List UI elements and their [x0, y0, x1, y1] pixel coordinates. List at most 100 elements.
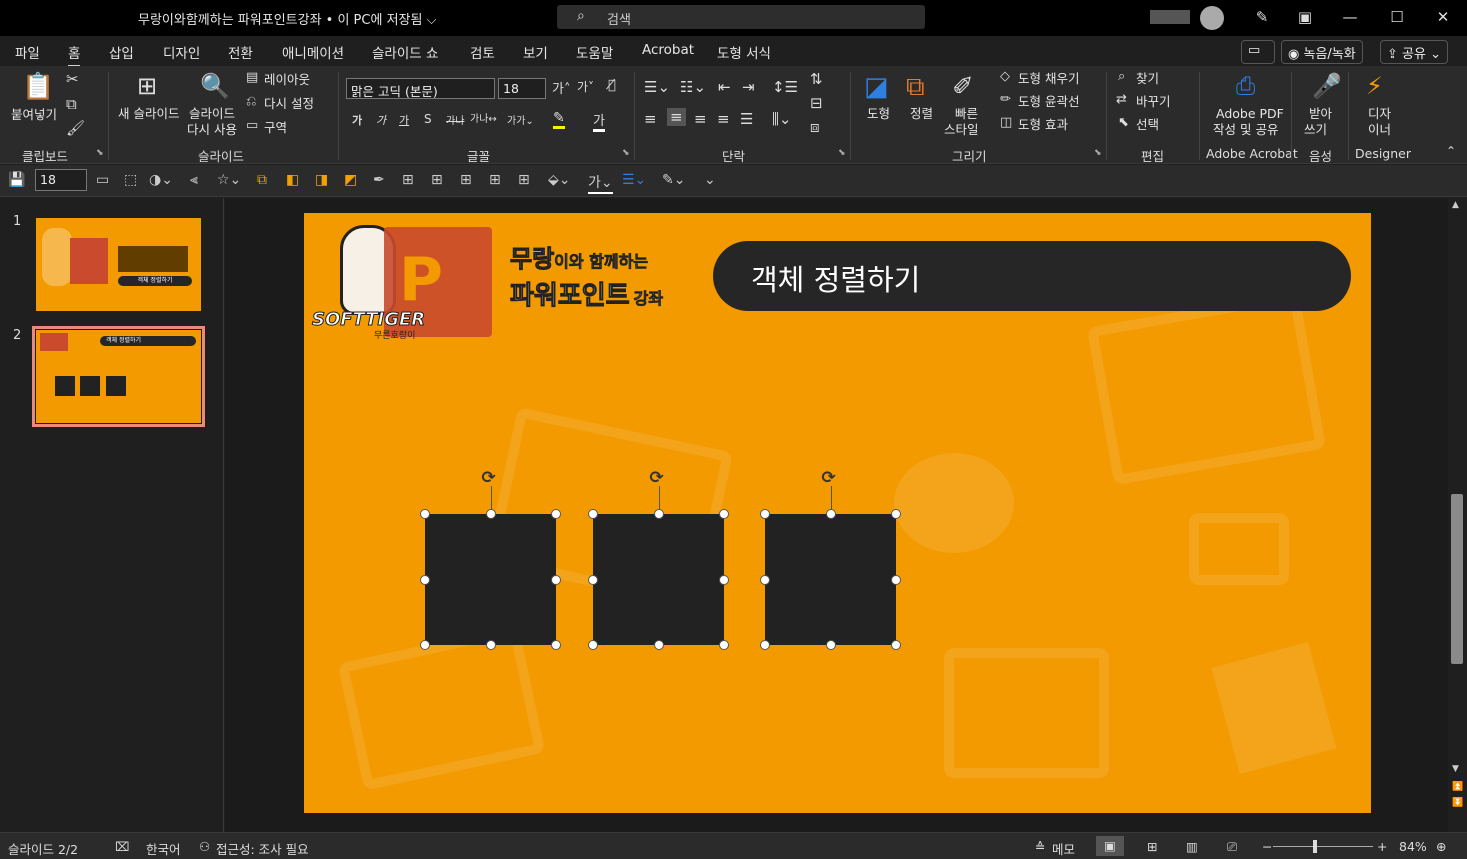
share-button[interactable]: ⇪ 공유 ⌄: [1380, 40, 1448, 64]
resize-handle[interactable]: [485, 640, 496, 650]
tab-help[interactable]: 도움말: [576, 42, 613, 62]
grid-3-icon[interactable]: ⊞: [460, 172, 472, 188]
replace-label[interactable]: 바꾸기: [1136, 94, 1171, 109]
columns-icon[interactable]: ⫼⌄: [772, 110, 791, 128]
tab-transitions[interactable]: 전환: [228, 42, 253, 62]
align-right-icon[interactable]: ≡: [694, 110, 707, 128]
replace-icon[interactable]: ⇄: [1116, 92, 1127, 107]
normal-view-icon[interactable]: ▣: [1096, 836, 1124, 856]
search-box[interactable]: ⌕ 검색: [557, 5, 925, 29]
eyedropper-icon[interactable]: ✒: [373, 172, 385, 188]
scroll-down-icon[interactable]: ▼: [1452, 764, 1459, 774]
resize-handle[interactable]: [551, 640, 561, 650]
zoom-in-icon[interactable]: +: [1377, 839, 1387, 854]
slideshow-icon[interactable]: ⎚: [1227, 839, 1237, 855]
square-shape-1[interactable]: [425, 514, 556, 645]
fill-bucket-icon[interactable]: ⬙⌄: [548, 172, 571, 188]
shapes-icon[interactable]: ◪: [864, 72, 889, 102]
resize-handle[interactable]: [719, 509, 729, 519]
layout-label[interactable]: 레이아웃: [264, 72, 310, 87]
resize-handle[interactable]: [760, 509, 770, 519]
strikethrough-icon[interactable]: 가나: [446, 112, 464, 127]
zoom-level[interactable]: 84%: [1399, 839, 1427, 854]
reading-view-icon[interactable]: ▥: [1186, 839, 1198, 854]
tab-slideshow[interactable]: 슬라이드 쇼: [372, 42, 438, 62]
notes-icon[interactable]: ≙: [1035, 839, 1045, 854]
resize-handle[interactable]: [825, 509, 836, 519]
line-spacing-icon[interactable]: ↕☰: [772, 78, 798, 96]
bring-forward-icon[interactable]: ◧: [286, 172, 299, 188]
reuse-slides-label-2[interactable]: 다시 사용: [187, 122, 237, 137]
clipboard-launcher-icon[interactable]: ⬊: [96, 148, 104, 158]
quick-styles-icon[interactable]: ✐: [952, 72, 974, 102]
more-commands-icon[interactable]: ⌄: [704, 172, 716, 188]
dictate-icon[interactable]: 🎤: [1312, 72, 1342, 100]
grid-2-icon[interactable]: ⊞: [431, 172, 443, 188]
designer-label-1[interactable]: 디자: [1368, 106, 1391, 121]
smartart-icon[interactable]: ⧈: [810, 118, 820, 136]
dictate-label-1[interactable]: 받아: [1309, 106, 1332, 121]
zoom-out-icon[interactable]: −: [1262, 839, 1272, 854]
paste-label[interactable]: 붙여넣기: [11, 107, 57, 122]
resize-handle[interactable]: [825, 640, 836, 650]
tab-file[interactable]: 파일: [15, 42, 40, 62]
shrink-font-icon[interactable]: 가˅: [577, 78, 594, 95]
accessibility-icon[interactable]: ⚇: [199, 839, 210, 854]
align-icon[interactable]: ⫷: [190, 172, 198, 188]
adobe-pdf-label-2[interactable]: 작성 및 공유: [1213, 122, 1278, 137]
resize-handle[interactable]: [420, 574, 430, 585]
grid-4-icon[interactable]: ⊞: [489, 172, 501, 188]
qt-font-size-combo[interactable]: 18: [35, 169, 87, 191]
shapes-small-icon[interactable]: ◑⌄: [149, 172, 173, 188]
bullets-icon[interactable]: ☰⌄: [644, 78, 670, 96]
slide-thumbnail-1[interactable]: 객체 정렬하기: [36, 218, 201, 311]
square-shape-2[interactable]: [593, 514, 724, 645]
close-icon[interactable]: ✕: [1429, 8, 1457, 26]
dictate-label-2[interactable]: 쓰기: [1304, 122, 1327, 137]
resize-handle[interactable]: [485, 509, 496, 519]
rotate-handle-icon[interactable]: ⟳: [822, 468, 836, 488]
resize-handle[interactable]: [760, 574, 770, 585]
paragraph-launcher-icon[interactable]: ⬊: [838, 148, 846, 158]
shape-effects-label[interactable]: 도형 효과: [1018, 117, 1068, 132]
grid-1-icon[interactable]: ⊞: [402, 172, 414, 188]
align-left-icon[interactable]: ≡: [644, 110, 657, 128]
quick-styles-label-2[interactable]: 스타일: [944, 122, 979, 137]
resize-handle[interactable]: [719, 574, 729, 585]
shape-outline-icon[interactable]: ✏: [1000, 92, 1011, 107]
section-label[interactable]: 구역: [264, 120, 287, 135]
resize-handle[interactable]: [891, 574, 901, 585]
slide-sorter-icon[interactable]: ⊞: [1147, 839, 1157, 854]
collapse-ribbon-icon[interactable]: ⌃: [1446, 144, 1456, 158]
align-text-icon[interactable]: ⊟: [810, 94, 823, 112]
reset-icon[interactable]: ⎌: [246, 94, 256, 109]
new-slide-icon[interactable]: ⊞: [137, 72, 157, 100]
resize-handle[interactable]: [719, 640, 729, 650]
clear-format-icon[interactable]: 가̸: [608, 78, 616, 93]
reset-label[interactable]: 다시 설정: [264, 96, 314, 111]
tab-home[interactable]: 홈: [68, 42, 81, 68]
grid-5-icon[interactable]: ⊞: [518, 172, 530, 188]
select-icon[interactable]: ⬉: [1118, 115, 1129, 130]
ribbon-display-icon[interactable]: ▣: [1291, 8, 1319, 26]
adobe-pdf-label-1[interactable]: Adobe PDF: [1216, 106, 1284, 121]
vertical-scrollbar[interactable]: ▲ ▼ ⏫ ⏬: [1448, 198, 1467, 832]
arrange-label[interactable]: 정렬: [910, 106, 933, 121]
distribute-icon[interactable]: ☰: [740, 110, 753, 128]
spellcheck-icon[interactable]: ⌧: [115, 839, 129, 854]
slide-thumbnail-2[interactable]: 객체 정렬하기: [32, 326, 205, 427]
star-icon[interactable]: ☆⌄: [217, 172, 241, 188]
adobe-pdf-icon[interactable]: ⎙: [1236, 72, 1255, 100]
new-slide-label[interactable]: 새 슬라이드: [118, 106, 179, 121]
maximize-icon[interactable]: ☐: [1383, 8, 1411, 26]
pen-icon[interactable]: ✎: [1248, 8, 1276, 26]
zoom-slider-track[interactable]: [1273, 846, 1373, 847]
resize-handle[interactable]: [760, 640, 770, 650]
tab-acrobat[interactable]: Acrobat: [642, 42, 694, 58]
arrange-icon[interactable]: ⧉: [906, 72, 925, 103]
underline-icon[interactable]: 가: [399, 112, 409, 128]
send-backward-icon[interactable]: ◨: [315, 172, 328, 188]
avatar[interactable]: [1200, 6, 1224, 30]
resize-handle[interactable]: [588, 640, 598, 650]
resize-handle[interactable]: [891, 640, 901, 650]
